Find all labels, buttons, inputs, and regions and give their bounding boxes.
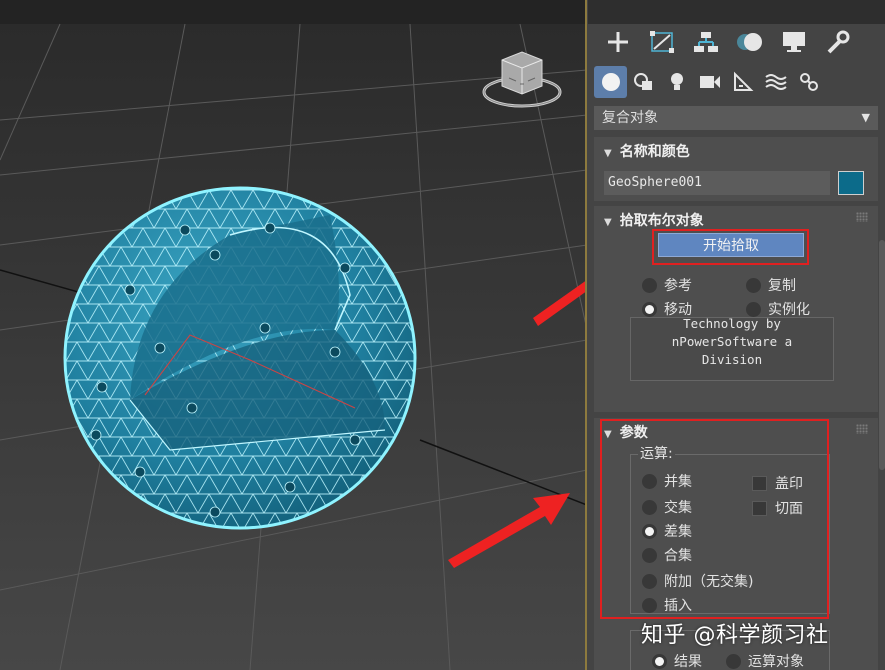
- chevron-down-icon: ▼: [861, 111, 870, 124]
- radio-dot: [726, 653, 741, 669]
- radio-dot: [642, 301, 657, 317]
- app-root: 复合对象 ▼ ▼ 名称和颜色 GeoSphere001 ▼ 拾取布尔对象 开始拾取 …: [0, 0, 885, 670]
- rollout-header[interactable]: ▼ 名称和颜色: [604, 141, 690, 161]
- motion-icon[interactable]: [728, 25, 772, 59]
- radio-instance[interactable]: 实例化: [746, 299, 810, 319]
- viewport-scene[interactable]: [0, 0, 587, 670]
- radio-label: 参考: [664, 278, 692, 294]
- hierarchy-icon[interactable]: [684, 25, 728, 59]
- utilities-icon[interactable]: [816, 25, 860, 59]
- perspective-viewport[interactable]: [0, 0, 587, 670]
- rollout-grip-icon[interactable]: [856, 212, 868, 222]
- credit-line: Division: [701, 352, 763, 367]
- object-name-input[interactable]: GeoSphere001: [604, 171, 830, 195]
- radio-dot: [746, 301, 761, 317]
- radio-operands[interactable]: 运算对象: [726, 651, 804, 670]
- command-panel-tabs: [596, 25, 860, 59]
- watermark-text: 知乎 @科学颜习社: [641, 623, 829, 648]
- collapse-arrow-icon: ▼: [604, 217, 612, 228]
- radio-result[interactable]: 结果: [652, 651, 702, 670]
- systems-icon[interactable]: [792, 66, 825, 98]
- object-type-tabs: [594, 66, 825, 98]
- collapse-arrow-icon: ▼: [604, 148, 612, 159]
- name-color-rollout: ▼ 名称和颜色 GeoSphere001: [594, 137, 878, 201]
- helpers-icon[interactable]: [726, 66, 759, 98]
- geometry-icon[interactable]: [594, 66, 627, 98]
- radio-label: 实例化: [768, 302, 810, 318]
- rollout-header[interactable]: ▼ 拾取布尔对象: [604, 210, 704, 230]
- modify-icon[interactable]: [640, 25, 684, 59]
- lights-icon[interactable]: [660, 66, 693, 98]
- object-category-dropdown[interactable]: 复合对象 ▼: [594, 106, 878, 130]
- highlight-box-parameters: [600, 419, 829, 619]
- radio-label: 复制: [768, 278, 796, 294]
- spacewarps-icon[interactable]: [759, 66, 792, 98]
- object-color-swatch[interactable]: [838, 171, 864, 195]
- rollout-grip-icon[interactable]: [856, 424, 868, 434]
- shapes-icon[interactable]: [627, 66, 660, 98]
- radio-dot: [746, 277, 761, 293]
- credit-line: nPowerSoftware a: [671, 334, 793, 349]
- display-icon[interactable]: [772, 25, 816, 59]
- radio-label: 结果: [674, 654, 702, 670]
- radio-move[interactable]: 移动: [642, 299, 692, 319]
- radio-label: 运算对象: [748, 654, 804, 670]
- radio-label: 移动: [664, 302, 692, 318]
- radio-reference[interactable]: 参考: [642, 275, 692, 295]
- cameras-icon[interactable]: [693, 66, 726, 98]
- rollout-title: 拾取布尔对象: [619, 213, 704, 229]
- radio-dot: [642, 277, 657, 293]
- highlight-box-start-pick: [652, 229, 809, 265]
- credit-line: Technology by: [683, 317, 781, 331]
- panel-top-strip: [588, 0, 885, 24]
- panel-scrollbar[interactable]: [879, 240, 885, 470]
- dropdown-value: 复合对象: [602, 110, 658, 126]
- viewport-border: [585, 0, 587, 670]
- rollout-title: 名称和颜色: [619, 144, 690, 160]
- radio-dot: [652, 653, 667, 669]
- technology-credit-box: Technology by nPowerSoftware a Division: [630, 317, 834, 381]
- create-icon[interactable]: [596, 25, 640, 59]
- radio-copy[interactable]: 复制: [746, 275, 796, 295]
